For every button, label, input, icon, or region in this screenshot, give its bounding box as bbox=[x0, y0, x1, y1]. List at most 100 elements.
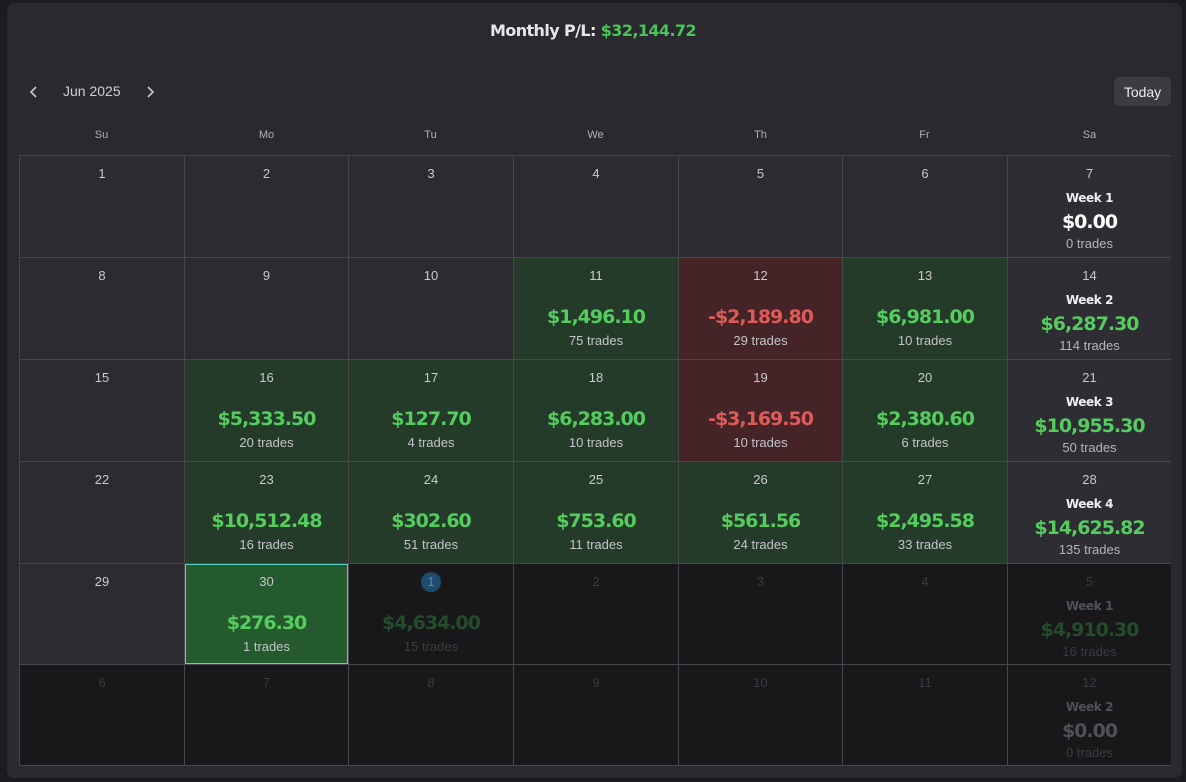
day-cell[interactable]: 3 bbox=[349, 156, 513, 257]
day-pl-amount: $302.60 bbox=[391, 510, 472, 532]
monthly-pl-label: Monthly P/L: bbox=[489, 21, 596, 40]
week-summary-cell[interactable]: 28 Week 4 $14,625.82 135 trades bbox=[1008, 462, 1171, 563]
weekday-tu: Tu bbox=[424, 129, 437, 141]
day-pl-amount: $561.56 bbox=[720, 510, 802, 532]
day-cell[interactable]: 1 bbox=[20, 156, 184, 257]
day-cell[interactable]: 2 bbox=[185, 156, 348, 257]
week-summary-cell[interactable]: 12 Week 2 $0.00 0 trades bbox=[1008, 665, 1171, 765]
day-cell[interactable]: 16 $5,333.50 20 trades bbox=[185, 360, 348, 461]
chevron-right-icon bbox=[147, 86, 155, 98]
weekday-fr: Fr bbox=[919, 129, 930, 141]
day-number: 21 bbox=[1082, 370, 1097, 385]
day-cell[interactable]: 11 $1,496.10 75 trades bbox=[514, 258, 678, 359]
weekday-th: Th bbox=[754, 129, 767, 141]
week-label: Week 1 bbox=[1065, 191, 1114, 205]
week-label: Week 4 bbox=[1065, 497, 1114, 511]
day-number: 4 bbox=[592, 166, 600, 181]
day-trade-count: 6 trades bbox=[901, 435, 949, 450]
week-summary-cell[interactable]: 7 Week 1 $0.00 0 trades bbox=[1008, 156, 1171, 257]
day-cell[interactable]: 8 bbox=[349, 665, 513, 765]
day-cell[interactable]: 5 bbox=[679, 156, 842, 257]
day-cell[interactable]: 7 bbox=[185, 665, 348, 765]
week-trade-count: 50 trades bbox=[1062, 440, 1117, 455]
day-trade-count: 29 trades bbox=[733, 333, 788, 348]
day-pl-amount: $10,512.48 bbox=[211, 510, 322, 532]
day-cell[interactable]: 6 bbox=[843, 156, 1007, 257]
day-number: 27 bbox=[917, 472, 933, 487]
day-cell[interactable]: 12 -$2,189.80 29 trades bbox=[679, 258, 842, 359]
day-number: 5 bbox=[756, 166, 765, 181]
week-trade-count: 0 trades bbox=[1066, 236, 1113, 251]
today-indicator: 1 bbox=[421, 572, 441, 592]
day-cell[interactable]: 10 bbox=[679, 665, 842, 765]
day-cell[interactable]: 23 $10,512.48 16 trades bbox=[185, 462, 348, 563]
next-month-button[interactable] bbox=[142, 84, 158, 100]
day-cell[interactable]: 17 $127.70 4 trades bbox=[349, 360, 513, 461]
day-cell[interactable]: 4 bbox=[843, 564, 1007, 664]
monthly-pl-value: $32,144.72 bbox=[600, 21, 697, 40]
day-number: 2 bbox=[592, 574, 600, 589]
day-cell[interactable]: 6 bbox=[20, 665, 184, 765]
day-cell[interactable]: 10 bbox=[349, 258, 513, 359]
day-cell[interactable]: 15 bbox=[20, 360, 184, 461]
day-pl-amount: $2,380.60 bbox=[876, 408, 975, 430]
day-cell[interactable]: 1 $4,634.00 15 trades bbox=[349, 564, 513, 664]
day-cell[interactable]: 19 -$3,169.50 10 trades bbox=[679, 360, 842, 461]
week-summary-cell[interactable]: 21 Week 3 $10,955.30 50 trades bbox=[1008, 360, 1171, 461]
day-trade-count: 75 trades bbox=[568, 333, 624, 348]
week-pl-amount: $10,955.30 bbox=[1034, 415, 1145, 437]
week-summary-cell[interactable]: 5 Week 1 $4,910.30 16 trades bbox=[1008, 564, 1171, 664]
day-number: 10 bbox=[753, 675, 768, 690]
day-number: 6 bbox=[921, 166, 929, 181]
day-cell[interactable]: 4 bbox=[514, 156, 678, 257]
day-cell[interactable]: 8 bbox=[20, 258, 184, 359]
day-number: 29 bbox=[94, 574, 110, 589]
day-trade-count: 11 trades bbox=[569, 537, 623, 552]
day-number: 16 bbox=[259, 370, 274, 385]
day-number: 4 bbox=[921, 574, 929, 589]
prev-month-button[interactable] bbox=[26, 84, 42, 100]
day-pl-amount: $753.60 bbox=[556, 510, 637, 532]
day-number: 10 bbox=[423, 268, 439, 283]
day-trade-count: 4 trades bbox=[407, 435, 455, 450]
day-trade-count: 10 trades bbox=[733, 435, 788, 450]
week-pl-amount: $0.00 bbox=[1061, 211, 1118, 233]
day-number: 14 bbox=[1082, 268, 1097, 283]
day-cell[interactable]: 11 bbox=[843, 665, 1007, 765]
today-button[interactable]: Today bbox=[1114, 77, 1171, 106]
day-cell[interactable]: 18 $6,283.00 10 trades bbox=[514, 360, 678, 461]
day-cell[interactable]: 26 $561.56 24 trades bbox=[679, 462, 842, 563]
day-number: 26 bbox=[753, 472, 768, 487]
week-summary-cell[interactable]: 14 Week 2 $6,287.30 114 trades bbox=[1008, 258, 1171, 359]
day-cell[interactable]: 9 bbox=[185, 258, 348, 359]
day-cell[interactable]: 30 $276.30 1 trades bbox=[185, 564, 348, 664]
day-cell[interactable]: 25 $753.60 11 trades bbox=[514, 462, 678, 563]
day-number: 11 bbox=[589, 268, 603, 283]
day-cell[interactable]: 20 $2,380.60 6 trades bbox=[843, 360, 1007, 461]
day-cell[interactable]: 29 bbox=[20, 564, 184, 664]
monthly-pl-header: Monthly P/L: $32,144.72 bbox=[0, 21, 1186, 40]
day-pl-amount: $1,496.10 bbox=[547, 306, 646, 328]
day-number: 19 bbox=[753, 370, 768, 385]
day-cell[interactable]: 3 bbox=[679, 564, 842, 664]
day-number: 9 bbox=[592, 675, 600, 690]
day-number: 12 bbox=[753, 268, 768, 283]
day-pl-amount: $6,981.00 bbox=[876, 306, 975, 328]
day-pl-amount: -$3,169.50 bbox=[708, 408, 814, 430]
week-pl-amount: $6,287.30 bbox=[1040, 313, 1140, 335]
current-month-label: Jun 2025 bbox=[63, 83, 121, 99]
day-trade-count: 33 trades bbox=[897, 537, 953, 552]
weekday-mo: Mo bbox=[258, 129, 275, 141]
day-number: 1 bbox=[349, 572, 513, 592]
day-number: 3 bbox=[427, 166, 435, 181]
day-cell[interactable]: 22 bbox=[20, 462, 184, 563]
day-cell[interactable]: 2 bbox=[514, 564, 678, 664]
day-number: 22 bbox=[94, 472, 110, 487]
day-cell[interactable]: 24 $302.60 51 trades bbox=[349, 462, 513, 563]
day-trade-count: 24 trades bbox=[733, 537, 788, 552]
day-cell[interactable]: 13 $6,981.00 10 trades bbox=[843, 258, 1007, 359]
day-pl-amount: $127.70 bbox=[391, 408, 472, 430]
day-cell[interactable]: 27 $2,495.58 33 trades bbox=[843, 462, 1007, 563]
day-cell[interactable]: 9 bbox=[514, 665, 678, 765]
chevron-left-icon bbox=[29, 86, 37, 98]
